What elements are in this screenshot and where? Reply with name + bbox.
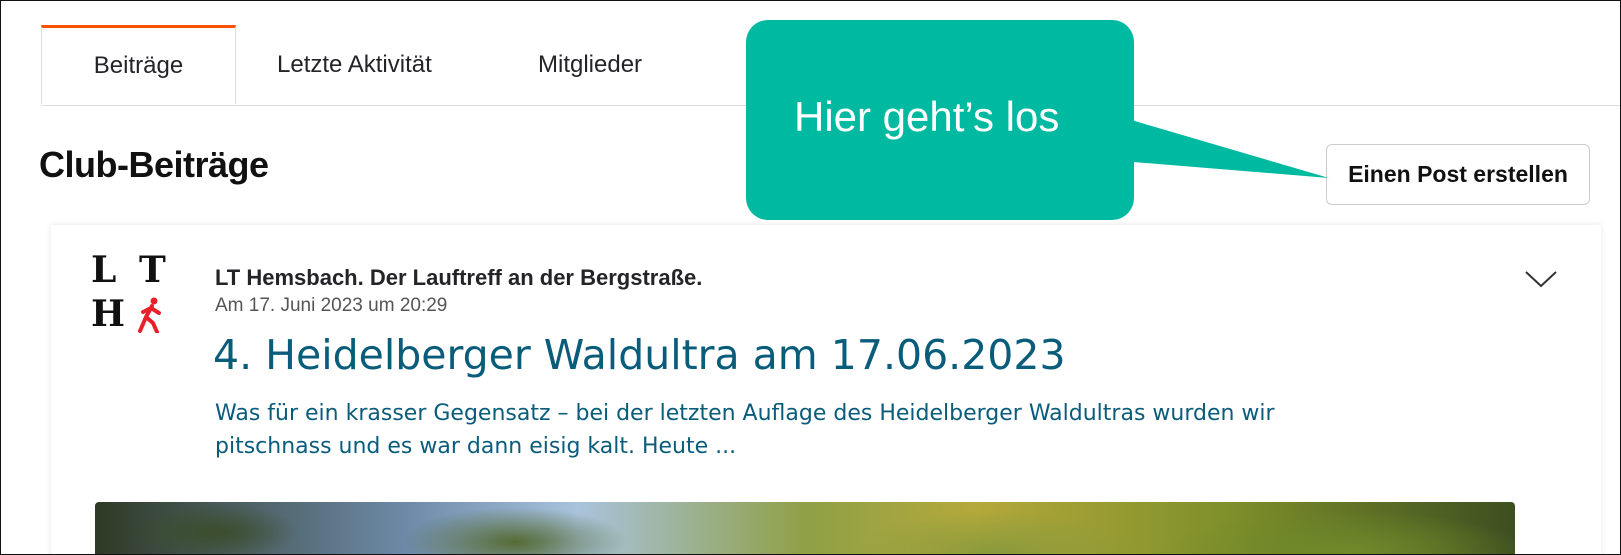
post-date: Am 17. Juni 2023 um 20:29 (215, 295, 448, 316)
tab-members[interactable]: Mitglieder (538, 25, 642, 105)
runner-icon (138, 297, 161, 333)
callout-bubble: Hier geht’s los (746, 20, 1134, 220)
tab-recent-activity[interactable]: Letzte Aktivität (277, 25, 432, 105)
callout-text: Hier geht’s los (794, 93, 1060, 140)
tab-posts[interactable]: Beiträge (41, 25, 236, 104)
club-posts-page: Beiträge Letzte Aktivität Mitglieder Clu… (0, 0, 1621, 555)
post-image[interactable] (95, 502, 1515, 554)
logo-letter: T (139, 249, 166, 291)
logo-letter: L (91, 249, 117, 291)
post-card: L T H LT Hemsbach. Der Lauftreff an der … (51, 225, 1601, 554)
post-excerpt[interactable]: Was für ein krasser Gegensatz – bei der … (215, 397, 1395, 463)
chevron-down-icon[interactable] (1524, 269, 1558, 289)
club-logo[interactable]: L T H (91, 249, 171, 335)
club-name[interactable]: LT Hemsbach. Der Lauftreff an der Bergst… (215, 265, 702, 291)
logo-letter: H (91, 293, 126, 335)
callout-pointer (1121, 117, 1329, 178)
page-title: Club-Beiträge (39, 144, 269, 185)
post-title[interactable]: 4. Heidelberger Waldultra am 17.06.2023 (213, 331, 1066, 379)
create-post-button[interactable]: Einen Post erstellen (1326, 144, 1590, 205)
